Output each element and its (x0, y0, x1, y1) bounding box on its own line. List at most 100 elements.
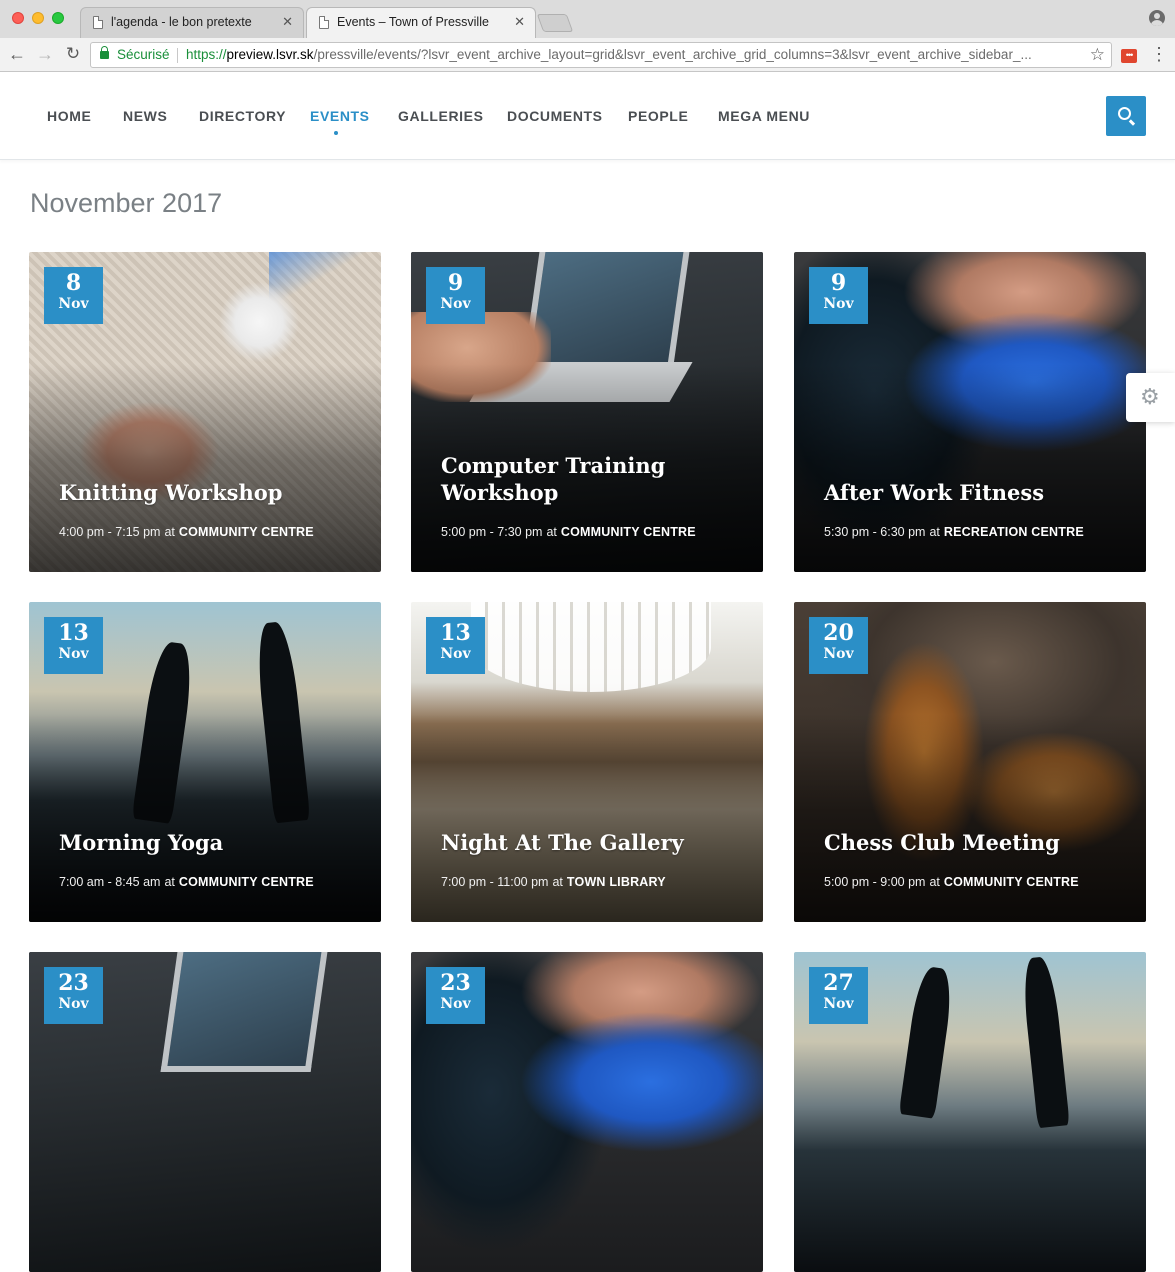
date-badge: 9 Nov (426, 267, 485, 324)
event-title[interactable]: Chess Club Meeting (824, 829, 1124, 856)
event-time: 5:00 pm - 9:00 pm (824, 875, 926, 889)
nav-item-mega-menu[interactable]: MEGA MENU (718, 108, 810, 124)
address-bar[interactable]: Sécurisé https://preview.lsvr.sk/pressvi… (90, 42, 1112, 68)
event-card-partial[interactable]: 23 Nov (29, 952, 381, 1272)
date-badge: 27 Nov (809, 967, 868, 1024)
event-card-after-work-fitness[interactable]: 9 Nov After Work Fitness 5:30 pm - 6:30 … (794, 252, 1146, 572)
search-button[interactable] (1106, 96, 1146, 136)
tab-close-icon[interactable]: ✕ (282, 14, 293, 30)
event-card-chess-club-meeting[interactable]: 20 Nov Chess Club Meeting 5:00 pm - 9:00… (794, 602, 1146, 922)
event-venue-link[interactable]: COMMUNITY CENTRE (561, 525, 696, 539)
nav-item-home[interactable]: HOME (47, 108, 91, 124)
bookmark-star-icon[interactable]: ☆ (1090, 43, 1105, 67)
event-card-partial[interactable]: 23 Nov (411, 952, 763, 1272)
event-meta: 4:00 pm - 7:15 pm at COMMUNITY CENTRE (59, 525, 314, 539)
date-badge: 23 Nov (44, 967, 103, 1024)
date-month: Nov (823, 996, 854, 1012)
gear-icon: ⚙ (1140, 384, 1160, 409)
browser-menu-icon[interactable]: ⋮ (1150, 45, 1168, 64)
extension-icon[interactable]: ••• (1121, 49, 1137, 63)
event-title[interactable]: Night At The Gallery (441, 829, 741, 856)
url-path: /pressville/events/?lsvr_event_archive_l… (313, 47, 1032, 62)
new-tab-button[interactable] (536, 14, 574, 32)
search-icon-handle (1129, 119, 1136, 126)
event-venue-link[interactable]: COMMUNITY CENTRE (179, 875, 314, 889)
date-month: Nov (823, 296, 854, 312)
event-at: at (929, 525, 940, 539)
maximize-window-button[interactable] (52, 12, 64, 24)
date-day: 8 (65, 270, 82, 296)
date-badge: 23 Nov (426, 967, 485, 1024)
event-time: 7:00 pm - 11:00 pm (441, 875, 549, 889)
document-icon (93, 16, 103, 29)
event-venue-link[interactable]: TOWN LIBRARY (567, 875, 666, 889)
browser-toolbar: ← → ↻ Sécurisé https://preview.lsvr.sk/p… (0, 38, 1175, 72)
settings-widget-button[interactable]: ⚙ (1126, 373, 1175, 422)
event-card-knitting-workshop[interactable]: 8 Nov Knitting Workshop 4:00 pm - 7:15 p… (29, 252, 381, 572)
browser-tab-agenda[interactable]: l'agenda - le bon pretexte ✕ (80, 7, 304, 38)
nav-item-directory[interactable]: DIRECTORY (199, 108, 286, 124)
search-icon (1118, 107, 1131, 120)
tab-title: l'agenda - le bon pretexte (111, 15, 252, 29)
minimize-window-button[interactable] (32, 12, 44, 24)
nav-item-galleries[interactable]: GALLERIES (398, 108, 484, 124)
nav-item-people[interactable]: PEOPLE (628, 108, 688, 124)
date-day: 20 (823, 620, 854, 646)
browser-chrome: l'agenda - le bon pretexte ✕ Events – To… (0, 0, 1175, 72)
event-at: at (546, 525, 557, 539)
nav-item-documents[interactable]: DOCUMENTS (507, 108, 603, 124)
event-meta: 7:00 am - 8:45 am at COMMUNITY CENTRE (59, 875, 314, 889)
event-card-partial[interactable]: 27 Nov (794, 952, 1146, 1272)
date-month: Nov (58, 296, 89, 312)
date-day: 23 (440, 970, 471, 996)
date-badge: 13 Nov (44, 617, 103, 674)
event-title[interactable]: Computer Training Workshop (441, 452, 741, 506)
lock-icon (100, 46, 109, 59)
date-month: Nov (440, 646, 471, 662)
event-time: 7:00 am - 8:45 am (59, 875, 161, 889)
event-meta: 5:00 pm - 7:30 pm at COMMUNITY CENTRE (441, 525, 696, 539)
forward-icon[interactable]: → (34, 43, 56, 65)
active-nav-indicator (334, 131, 338, 135)
laptop-screen (160, 952, 328, 1072)
nav-item-events[interactable]: EVENTS (310, 108, 370, 124)
silhouette (1020, 955, 1070, 1129)
event-card-night-at-the-gallery[interactable]: 13 Nov Night At The Gallery 7:00 pm - 11… (411, 602, 763, 922)
event-time: 4:00 pm - 7:15 pm (59, 525, 161, 539)
date-day: 9 (447, 270, 464, 296)
date-month: Nov (440, 996, 471, 1012)
close-window-button[interactable] (12, 12, 24, 24)
tab-close-icon[interactable]: ✕ (514, 14, 525, 30)
event-at: at (164, 525, 175, 539)
profile-icon[interactable] (1149, 10, 1165, 26)
url-host: preview.lsvr.sk (226, 47, 314, 62)
date-month: Nov (823, 646, 854, 662)
reload-icon[interactable]: ↻ (62, 43, 84, 65)
event-time: 5:00 pm - 7:30 pm (441, 525, 543, 539)
date-badge: 8 Nov (44, 267, 103, 324)
document-icon (319, 16, 329, 29)
browser-tab-events[interactable]: Events – Town of Pressville ✕ (306, 7, 536, 38)
tab-title: Events – Town of Pressville (337, 15, 489, 29)
event-card-computer-training[interactable]: 9 Nov Computer Training Workshop 5:00 pm… (411, 252, 763, 572)
event-title[interactable]: After Work Fitness (824, 479, 1124, 506)
event-meta: 5:00 pm - 9:00 pm at COMMUNITY CENTRE (824, 875, 1079, 889)
date-badge: 9 Nov (809, 267, 868, 324)
month-heading: November 2017 (30, 188, 223, 218)
back-icon[interactable]: ← (6, 43, 28, 65)
date-month: Nov (58, 996, 89, 1012)
event-title[interactable]: Morning Yoga (59, 829, 359, 856)
date-badge: 20 Nov (809, 617, 868, 674)
event-at: at (164, 875, 175, 889)
event-venue-link[interactable]: RECREATION CENTRE (944, 525, 1084, 539)
event-title[interactable]: Knitting Workshop (59, 479, 359, 506)
event-card-morning-yoga[interactable]: 13 Nov Morning Yoga 7:00 am - 8:45 am at C… (29, 602, 381, 922)
date-day: 9 (830, 270, 847, 296)
date-badge: 13 Nov (426, 617, 485, 674)
url-text[interactable]: https://preview.lsvr.sk/pressville/event… (186, 43, 1086, 67)
event-venue-link[interactable]: COMMUNITY CENTRE (179, 525, 314, 539)
event-at: at (552, 875, 563, 889)
event-venue-link[interactable]: COMMUNITY CENTRE (944, 875, 1079, 889)
nav-item-news[interactable]: NEWS (123, 108, 167, 124)
event-meta: 5:30 pm - 6:30 pm at RECREATION CENTRE (824, 525, 1084, 539)
